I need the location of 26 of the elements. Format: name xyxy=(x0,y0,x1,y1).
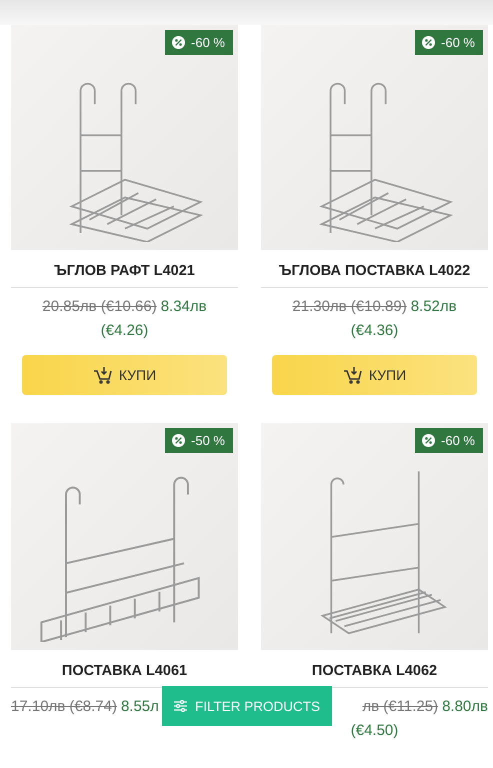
buy-button[interactable]: КУПИ xyxy=(22,355,227,395)
old-price: 21.30лв (€10.89) xyxy=(292,297,407,317)
sale-price: 8.80лв xyxy=(442,697,488,717)
discount-text: -60 % xyxy=(441,433,475,448)
old-price: 17.10лв (€8.74) xyxy=(11,697,117,717)
sliders-icon xyxy=(174,700,187,712)
old-price: 20.85лв (€10.66) xyxy=(42,297,157,317)
product-title[interactable]: ЪГЛОВА ПОСТАВКА L4022 xyxy=(261,250,488,288)
sale-price-eur: (€4.26) xyxy=(100,321,150,341)
buy-button[interactable]: КУПИ xyxy=(272,355,477,395)
sale-price: 8.34лв xyxy=(160,297,207,317)
percent-icon xyxy=(172,36,186,49)
discount-text: -60 % xyxy=(191,35,225,50)
discount-text: -60 % xyxy=(441,35,475,50)
percent-icon xyxy=(172,434,186,447)
sale-price-eur: (€4.50) xyxy=(350,721,400,741)
percent-icon xyxy=(422,36,436,49)
percent-icon xyxy=(422,434,436,447)
sale-price-eur: (€4.36) xyxy=(350,321,400,341)
cart-icon xyxy=(342,366,363,384)
old-price: лв (€11.25) xyxy=(362,697,438,717)
product-title[interactable]: ЪГЛОВ РАФТ L4021 xyxy=(11,250,238,288)
sale-price: 8.52лв xyxy=(410,297,457,317)
discount-text: -50 % xyxy=(191,433,225,448)
cart-icon xyxy=(92,366,113,384)
sale-price: 8.55л xyxy=(120,697,159,717)
